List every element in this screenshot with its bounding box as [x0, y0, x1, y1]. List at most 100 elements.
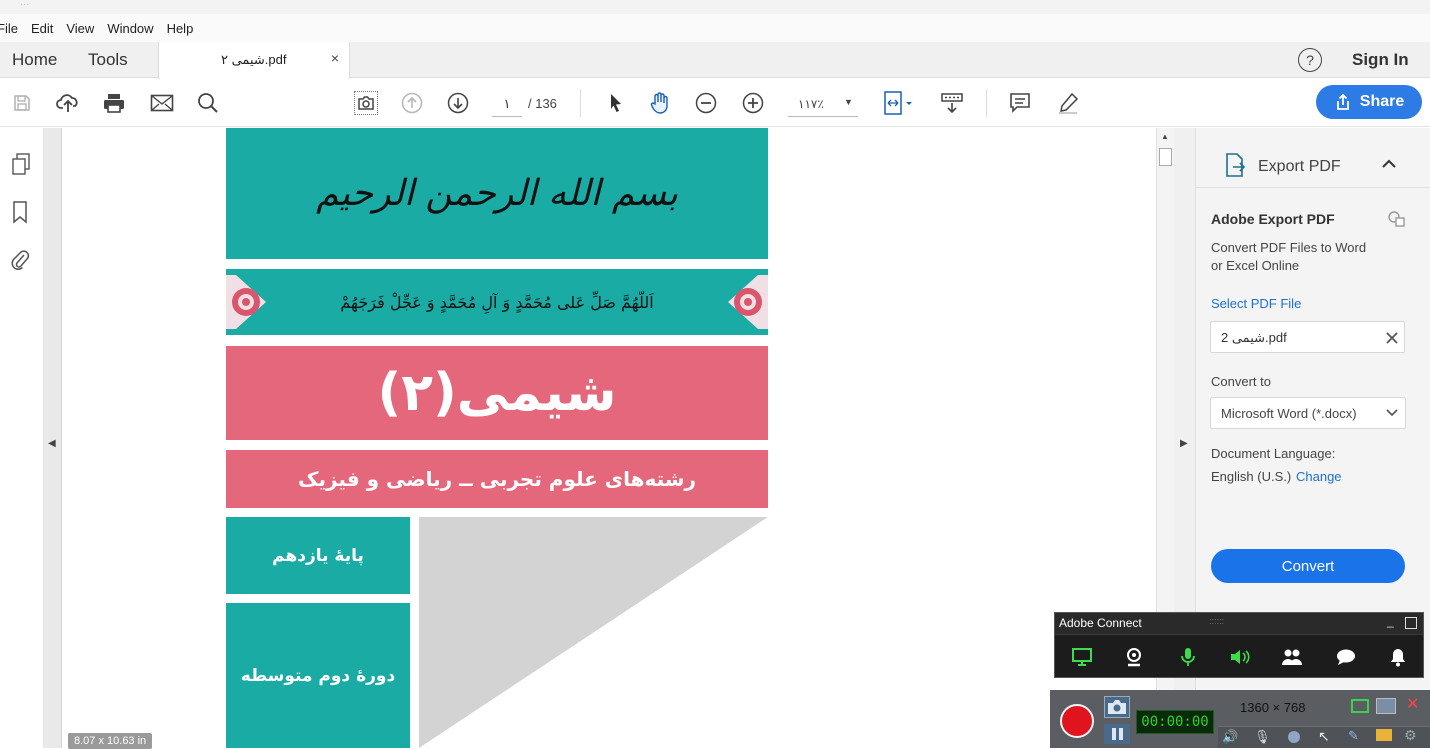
subtitle-banner: رشته‌های علوم تجربی ــ ریاضی و فیزیک: [226, 450, 768, 508]
speaker-icon[interactable]: 🔊: [1222, 729, 1238, 745]
attendees-icon: [1282, 649, 1302, 665]
export-panel-header[interactable]: Export PDF: [1196, 128, 1430, 188]
format-select-value: Microsoft Word (*.docx): [1221, 406, 1357, 421]
close-tab-button[interactable]: ×: [331, 50, 339, 66]
cursor-arrow-icon[interactable]: ↖: [1318, 728, 1330, 745]
tab-home[interactable]: Home: [12, 42, 57, 78]
level-label: دورهٔ دوم متوسطه: [240, 665, 396, 686]
format-select[interactable]: Microsoft Word (*.docx): [1210, 397, 1406, 429]
help-icon: ?: [1306, 52, 1314, 68]
tab-bar: Home Tools شیمی ۲.pdf × ? Sign In: [0, 42, 1430, 79]
snapshot-button[interactable]: [354, 91, 378, 115]
zoom-select[interactable]: ۱۱۷٪ ▼: [788, 91, 858, 117]
change-language-link[interactable]: Change: [1296, 469, 1342, 484]
webcam-icon[interactable]: [1288, 731, 1300, 743]
menu-file[interactable]: File: [0, 21, 18, 36]
collapse-right-icon[interactable]: ▶: [1180, 438, 1188, 449]
share-icon: [1336, 93, 1349, 110]
help-button[interactable]: ?: [1298, 48, 1322, 72]
left-navigation-rail: [0, 128, 44, 748]
hand-tool-button[interactable]: [648, 91, 672, 115]
screen-share-button[interactable]: [1071, 646, 1093, 668]
envelope-icon: [150, 94, 174, 112]
gear-icon[interactable]: ⚙: [1404, 727, 1417, 744]
adobe-connect-titlebar[interactable]: Adobe Connect :::::: _: [1055, 613, 1423, 635]
tab-tools[interactable]: Tools: [88, 42, 128, 78]
menu-window[interactable]: Window: [107, 21, 153, 36]
screenshot-button[interactable]: [1104, 696, 1130, 718]
scroll-up-icon[interactable]: ▲: [1161, 132, 1169, 141]
microphone-icon[interactable]: 🎙: [1254, 729, 1271, 745]
minimize-button[interactable]: _: [1387, 614, 1394, 628]
cursor-arrow-icon: [611, 94, 621, 112]
menu-help[interactable]: Help: [167, 21, 194, 36]
export-description-line-1: Convert PDF Files to Word: [1211, 240, 1367, 255]
chevron-down-icon: [1386, 409, 1398, 417]
menu-edit[interactable]: Edit: [31, 21, 53, 36]
export-pdf-icon: [1226, 153, 1246, 177]
highlight-button[interactable]: [1056, 91, 1080, 115]
region-select-icon[interactable]: [1350, 698, 1370, 714]
speaker-button[interactable]: [1229, 646, 1251, 668]
screen-recorder-widget: 00:00:00 1360 × 768 ✕ 🔊 🎙 ↖ ✎ ⚙: [1050, 690, 1430, 748]
page-number-input[interactable]: ۱: [492, 91, 522, 117]
document-cloud-icon: [1388, 211, 1405, 227]
menu-view[interactable]: View: [66, 21, 94, 36]
basmala-text: بسم الله الرحمن الرحیم: [316, 173, 678, 214]
select-pdf-file-link[interactable]: Select PDF File: [1211, 296, 1301, 311]
sign-in-button[interactable]: Sign In: [1352, 42, 1409, 78]
maximize-button[interactable]: [1405, 617, 1417, 629]
bookmarks-button[interactable]: [12, 200, 28, 224]
print-button[interactable]: [102, 91, 126, 115]
pen-icon[interactable]: ✎: [1348, 728, 1359, 744]
comment-button[interactable]: [1008, 91, 1032, 115]
selected-file-field[interactable]: شیمی 2.pdf: [1210, 321, 1405, 353]
select-tool-button[interactable]: [604, 91, 628, 115]
previous-page-button[interactable]: [400, 91, 424, 115]
zoom-out-button[interactable]: [694, 91, 718, 115]
save-button[interactable]: [10, 91, 34, 115]
ornament-right-icon: [728, 275, 768, 329]
pause-button[interactable]: [1104, 724, 1130, 744]
attachments-button[interactable]: [10, 248, 30, 272]
email-button[interactable]: [150, 91, 174, 115]
tab-document[interactable]: شیمی ۲.pdf ×: [158, 42, 350, 79]
minimize-recorder-button[interactable]: [1376, 698, 1396, 714]
webcam-button[interactable]: [1123, 646, 1145, 668]
camera-icon: [358, 96, 374, 110]
search-button[interactable]: [196, 91, 220, 115]
save-icon: [14, 95, 30, 111]
decorative-triangle: [419, 517, 768, 748]
menu-bar: File Edit View Window Help: [0, 14, 1430, 42]
scroll-thumb[interactable]: [1159, 148, 1172, 166]
salawat-text: اَللّهُمَّ صَلِّ عَلی مُحَمَّدٍ وَ آلِ م…: [340, 292, 654, 312]
export-section-title: Adobe Export PDF: [1211, 211, 1335, 227]
upload-button[interactable]: [56, 91, 80, 115]
next-page-button[interactable]: [446, 91, 470, 115]
drag-handle[interactable]: ::::::: [1209, 616, 1224, 626]
printer-icon: [104, 94, 124, 113]
zoom-in-button[interactable]: [741, 91, 765, 115]
collapse-left-icon[interactable]: ◀: [48, 438, 56, 449]
close-icon[interactable]: [1385, 331, 1399, 345]
share-button[interactable]: Share: [1316, 85, 1422, 119]
notifications-button[interactable]: [1387, 646, 1409, 668]
document-tab-label: شیمی ۲.pdf: [221, 52, 287, 67]
attendees-button[interactable]: [1281, 646, 1303, 668]
chevron-up-icon[interactable]: [1382, 159, 1396, 169]
close-icon[interactable]: ✕: [1406, 694, 1419, 714]
chat-icon: [1337, 649, 1355, 665]
scroll-mode-icon: [941, 93, 963, 114]
scrolling-mode-button[interactable]: [940, 91, 964, 115]
adobe-connect-title: Adobe Connect: [1059, 616, 1142, 630]
folder-icon[interactable]: [1376, 729, 1392, 741]
record-button[interactable]: [1060, 704, 1094, 738]
chat-button[interactable]: [1335, 646, 1357, 668]
title-bar: ...: [0, 0, 1430, 14]
ornament-left-icon: [226, 275, 266, 329]
convert-button[interactable]: Convert: [1211, 549, 1405, 583]
page-fit-button[interactable]: [882, 91, 916, 115]
microphone-button[interactable]: [1177, 646, 1199, 668]
window-title-fragment: ...: [20, 0, 30, 8]
page-thumbnails-button[interactable]: [10, 152, 32, 176]
